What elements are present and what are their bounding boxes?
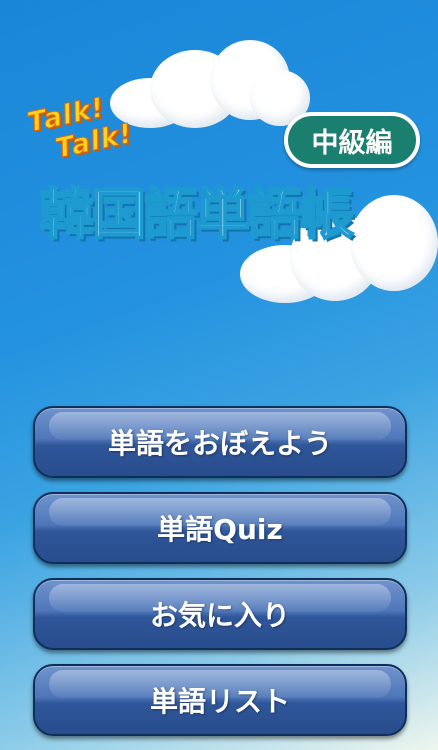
word-list-button[interactable]: 単語リスト <box>33 664 407 736</box>
level-badge: 中級編 <box>284 112 420 168</box>
cloud-decoration-top <box>110 40 310 130</box>
word-quiz-label: 単語Quiz <box>157 513 283 546</box>
word-list-label: 単語リスト <box>149 685 290 718</box>
word-quiz-button[interactable]: 単語Quiz <box>33 492 407 564</box>
memorize-words-label: 単語をおぼえよう <box>107 427 332 460</box>
favorites-button[interactable]: お気に入り <box>33 578 407 650</box>
app-title: 韓国語単語帳 <box>39 182 355 247</box>
memorize-words-button[interactable]: 単語をおぼえよう <box>33 406 407 478</box>
favorites-label: お気に入り <box>149 599 290 632</box>
